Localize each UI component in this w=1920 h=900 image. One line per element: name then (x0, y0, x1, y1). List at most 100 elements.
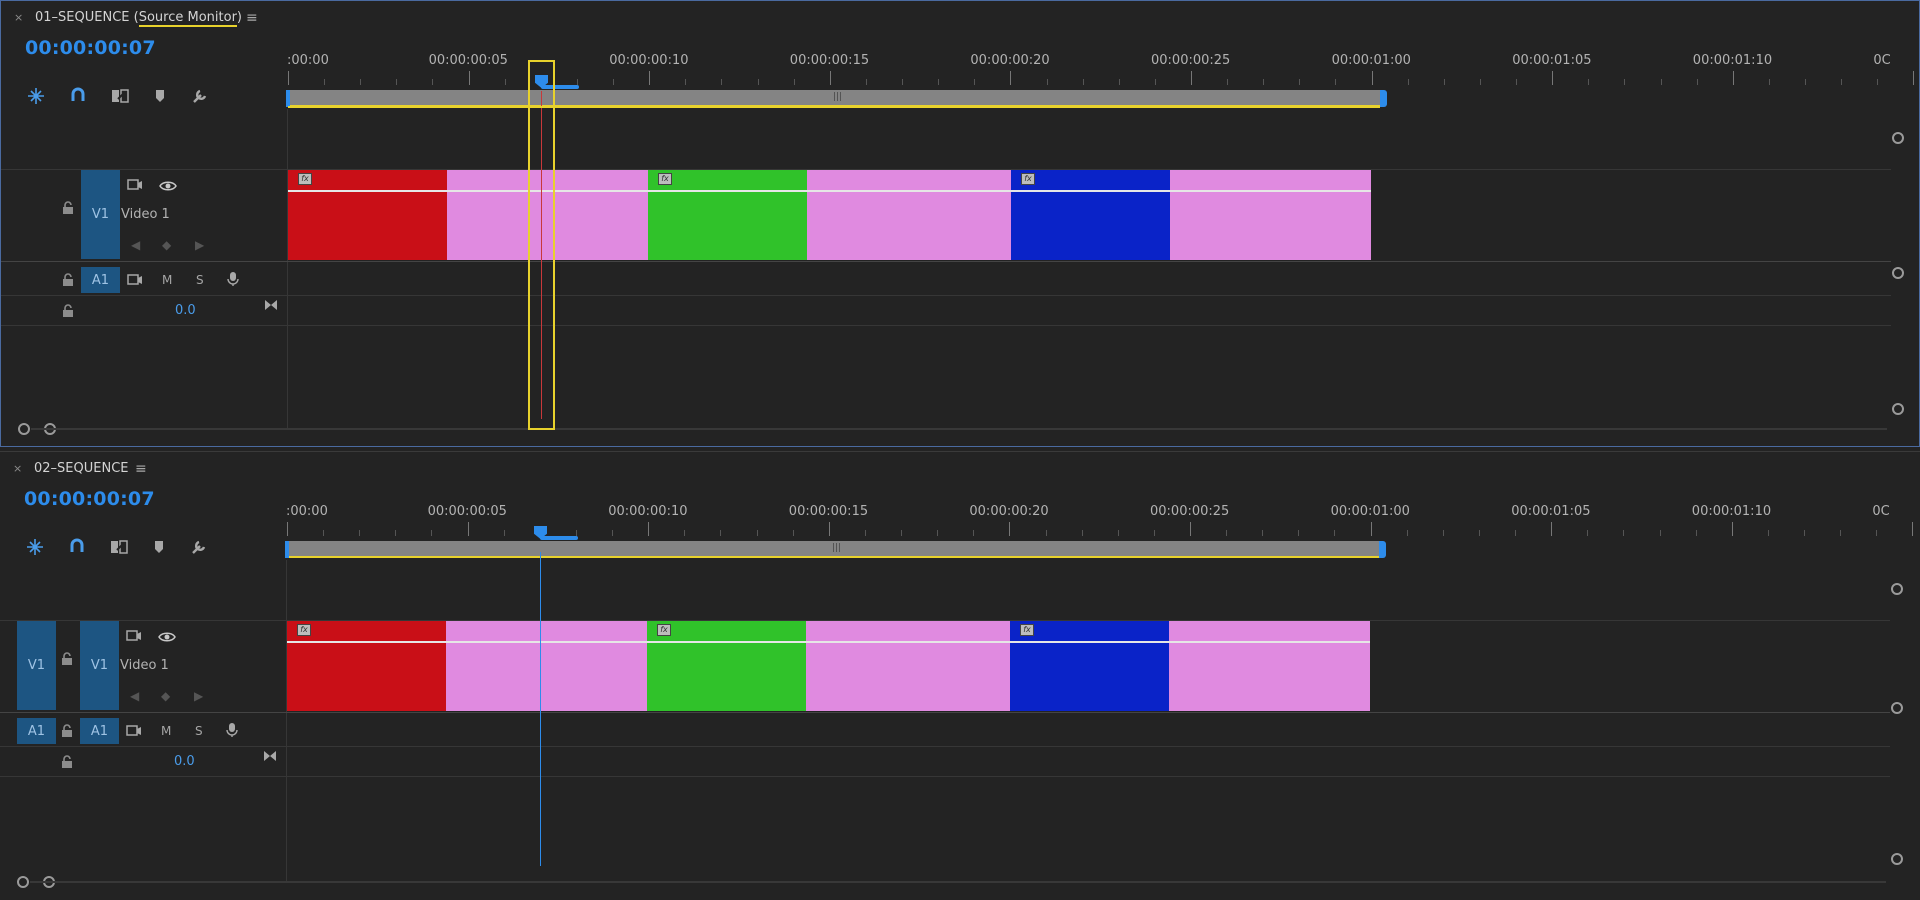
current-timecode[interactable]: 00:00:00:07 (24, 488, 155, 510)
bowtie-icon[interactable] (264, 299, 278, 314)
vscroll-bottom-handle[interactable] (1892, 403, 1904, 415)
hscroll-left-handle[interactable] (18, 423, 30, 435)
hamburger-icon[interactable]: ≡ (246, 10, 258, 26)
track-target-v1[interactable]: V1 (81, 170, 120, 259)
video-clip[interactable]: fx (1011, 170, 1170, 260)
fx-badge-icon[interactable]: fx (658, 173, 672, 185)
lock-icon[interactable] (62, 304, 74, 321)
video-clip[interactable]: fx (288, 170, 447, 260)
opacity-line[interactable] (1010, 641, 1169, 643)
video-clip[interactable]: fx (647, 621, 806, 711)
video-clip[interactable]: fx (287, 621, 446, 711)
opacity-line[interactable] (806, 641, 1010, 643)
current-timecode[interactable]: 00:00:00:07 (25, 37, 156, 59)
wrench-icon[interactable] (188, 536, 210, 558)
video-clip[interactable] (1169, 621, 1370, 711)
zoom-handle-right[interactable] (1379, 541, 1386, 558)
prev-keyframe-icon[interactable]: ◀ (130, 689, 139, 703)
fx-badge-icon[interactable]: fx (657, 624, 671, 636)
mic-icon[interactable] (227, 271, 239, 290)
opacity-line[interactable] (1011, 190, 1170, 192)
snap-icon[interactable] (24, 536, 46, 558)
zoom-handle-left[interactable] (286, 90, 290, 107)
video-clip[interactable]: fx (648, 170, 807, 260)
marker-icon[interactable] (148, 536, 170, 558)
video-clip[interactable] (1170, 170, 1371, 260)
fx-badge-icon[interactable]: fx (1020, 624, 1034, 636)
magnet-icon[interactable] (67, 85, 89, 107)
next-keyframe-icon[interactable]: ▶ (194, 689, 203, 703)
vscroll-bottom-handle[interactable] (1891, 853, 1903, 865)
eye-icon[interactable] (159, 180, 177, 195)
add-keyframe-icon[interactable]: ◆ (161, 689, 170, 703)
track-target-a1[interactable]: A1 (81, 267, 120, 293)
lock-icon[interactable] (62, 201, 74, 218)
zoom-scroll-bar[interactable]: ||| (285, 541, 1386, 558)
video-clip[interactable] (806, 621, 1010, 711)
fx-badge-icon[interactable]: fx (298, 173, 312, 185)
opacity-line[interactable] (287, 641, 446, 643)
close-tab-icon[interactable]: × (13, 462, 22, 475)
prev-keyframe-icon[interactable]: ◀ (131, 238, 140, 252)
vscroll-mid-handle[interactable] (1892, 267, 1904, 279)
opacity-line[interactable] (647, 641, 806, 643)
opacity-line[interactable] (1169, 641, 1370, 643)
hamburger-icon[interactable]: ≡ (135, 461, 147, 477)
source-patch-a1[interactable]: A1 (17, 718, 56, 744)
vscroll-top-handle[interactable] (1891, 583, 1903, 595)
mic-icon[interactable] (226, 722, 238, 741)
linked-selection-icon[interactable] (109, 85, 131, 107)
track-target-v1[interactable]: V1 (80, 621, 119, 710)
zoom-scroll-bar[interactable]: ||| (286, 90, 1387, 107)
add-keyframe-icon[interactable]: ◆ (162, 238, 171, 252)
toggle-output-icon[interactable] (126, 629, 142, 646)
solo-button[interactable]: S (195, 724, 203, 738)
lock-icon[interactable] (62, 273, 74, 290)
next-keyframe-icon[interactable]: ▶ (195, 238, 204, 252)
zoom-handle-right[interactable] (1380, 90, 1387, 107)
magnet-icon[interactable] (66, 536, 88, 558)
toggle-output-icon[interactable] (127, 273, 143, 290)
marker-icon[interactable] (149, 85, 171, 107)
ruler-minor-tick (1877, 79, 1879, 85)
zoom-handle-left[interactable] (285, 541, 289, 558)
bowtie-icon[interactable] (263, 750, 277, 765)
mute-button[interactable]: M (162, 273, 172, 287)
opacity-line[interactable] (288, 190, 447, 192)
linked-selection-icon[interactable] (108, 536, 130, 558)
lock-icon[interactable] (61, 724, 73, 741)
video-clip[interactable] (446, 621, 647, 711)
panel-title[interactable]: 01–SEQUENCE (Source Monitor) (35, 10, 242, 27)
vscroll-mid-handle[interactable] (1891, 702, 1903, 714)
video-clip[interactable] (807, 170, 1011, 260)
opacity-line[interactable] (446, 641, 647, 643)
close-tab-icon[interactable]: × (14, 11, 23, 24)
lock-icon[interactable] (61, 652, 73, 669)
hscroll-left-handle[interactable] (17, 876, 29, 888)
ruler-minor-tick (1804, 530, 1806, 536)
toggle-output-icon[interactable] (126, 724, 142, 741)
time-ruler[interactable]: :00:00 00:00:00:05 00:00:00:10 00:00:00:15 0… (286, 500, 1914, 540)
wrench-icon[interactable] (189, 85, 211, 107)
opacity-line[interactable] (1170, 190, 1371, 192)
mute-button[interactable]: M (161, 724, 171, 738)
eye-icon[interactable] (158, 631, 176, 646)
solo-button[interactable]: S (196, 273, 204, 287)
panel-title[interactable]: 02–SEQUENCE (34, 461, 129, 476)
snap-icon[interactable] (25, 85, 47, 107)
lock-icon[interactable] (61, 755, 73, 772)
track-target-a1[interactable]: A1 (80, 718, 119, 744)
audio-volume-value[interactable]: 0.0 (174, 754, 195, 769)
fx-badge-icon[interactable]: fx (1021, 173, 1035, 185)
vscroll-top-handle[interactable] (1892, 132, 1904, 144)
hscroll-track[interactable] (31, 428, 1887, 430)
video-clip[interactable]: fx (1010, 621, 1169, 711)
source-patch-v1[interactable]: V1 (17, 621, 56, 710)
audio-volume-value[interactable]: 0.0 (175, 303, 196, 318)
toggle-output-icon[interactable] (127, 178, 143, 195)
fx-badge-icon[interactable]: fx (297, 624, 311, 636)
hscroll-track[interactable] (30, 881, 1886, 883)
opacity-line[interactable] (648, 190, 807, 192)
work-area-marker[interactable] (540, 536, 578, 540)
opacity-line[interactable] (807, 190, 1011, 192)
